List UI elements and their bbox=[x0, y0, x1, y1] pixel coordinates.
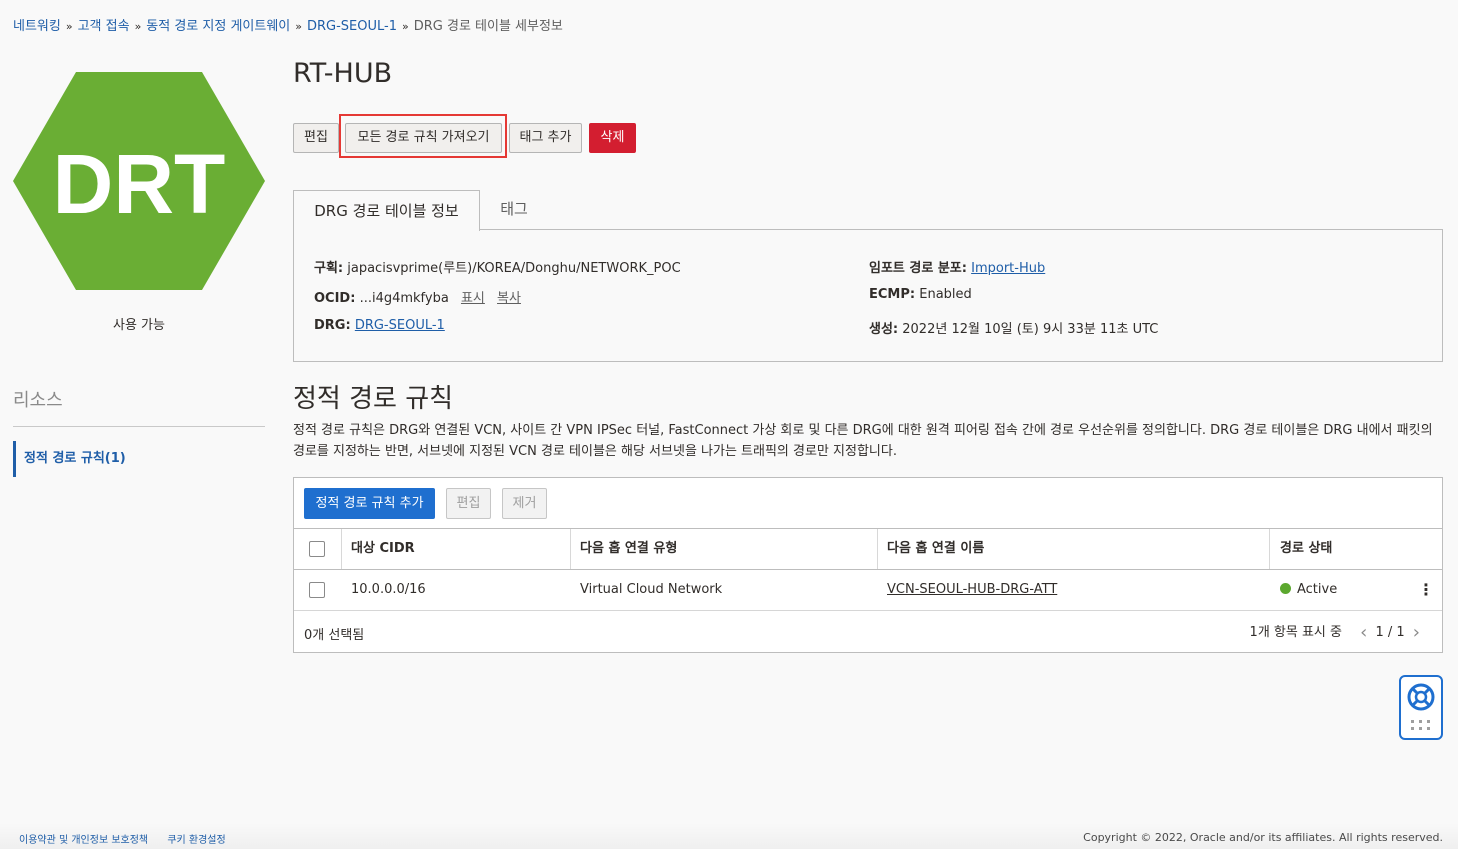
cell-cidr: 10.0.0.0/16 bbox=[351, 582, 426, 597]
resources-item-static-route-rules[interactable]: 정적 경로 규칙(1) bbox=[13, 441, 126, 477]
import-distribution-label: 임포트 경로 분포: bbox=[869, 261, 967, 276]
breadcrumb-link-drg[interactable]: 동적 경로 지정 게이트웨이 bbox=[146, 19, 290, 34]
breadcrumb-current: DRG 경로 테이블 세부정보 bbox=[413, 19, 563, 34]
ecmp-value: Enabled bbox=[919, 287, 972, 302]
table-header: 대상 CIDR 다음 홉 연결 유형 다음 홉 연결 이름 경로 상태 bbox=[294, 528, 1442, 570]
static-route-rules-table: 정적 경로 규칙 추가 편집 제거 대상 CIDR 다음 홉 연결 유형 다음 … bbox=[293, 477, 1443, 653]
import-distribution-row: 임포트 경로 분포: Import-Hub bbox=[869, 257, 1045, 276]
tab-tags[interactable]: 태그 bbox=[480, 190, 548, 230]
tab-drg-route-table-info[interactable]: DRG 경로 테이블 정보 bbox=[293, 190, 480, 231]
page-title: RT-HUB bbox=[293, 58, 393, 89]
status-dot-icon bbox=[1280, 583, 1291, 594]
column-divider bbox=[570, 529, 571, 569]
lifebuoy-icon bbox=[1407, 683, 1435, 730]
cell-next-hop-name-link[interactable]: VCN-SEOUL-HUB-DRG-ATT bbox=[887, 570, 1057, 610]
ecmp-label: ECMP: bbox=[869, 287, 916, 302]
ocid-value: ...i4g4mkfyba bbox=[359, 291, 449, 306]
breadcrumb-separator: » bbox=[295, 20, 302, 33]
import-distribution-link[interactable]: Import-Hub bbox=[971, 261, 1045, 276]
column-divider bbox=[877, 529, 878, 569]
compartment-label: 구획: bbox=[314, 261, 344, 276]
next-page-icon[interactable]: › bbox=[1413, 622, 1420, 643]
ocid-copy-link[interactable]: 복사 bbox=[497, 291, 521, 306]
column-header-cidr[interactable]: 대상 CIDR bbox=[351, 529, 415, 569]
breadcrumb-link-customer-connectivity[interactable]: 고객 접속 bbox=[78, 19, 130, 34]
compartment-value: japacisvprime(루트)/KOREA/Donghu/NETWORK_P… bbox=[347, 261, 681, 276]
ocid-label: OCID: bbox=[314, 291, 356, 306]
footer: 이용약관 및 개인정보 보호정책 쿠키 환경설정 Copyright © 202… bbox=[0, 823, 1458, 849]
resources-heading: 리소스 bbox=[13, 390, 63, 411]
edit-button[interactable]: 편집 bbox=[293, 123, 339, 153]
resource-status: 사용 가능 bbox=[113, 318, 165, 333]
ecmp-row: ECMP: Enabled bbox=[869, 287, 972, 302]
previous-page-icon[interactable]: ‹ bbox=[1360, 622, 1367, 643]
column-divider bbox=[341, 529, 342, 569]
terms-privacy-link[interactable]: 이용약관 및 개인정보 보호정책 bbox=[19, 835, 148, 846]
cell-route-status: Active bbox=[1280, 570, 1337, 610]
column-header-route-status[interactable]: 경로 상태 bbox=[1280, 529, 1332, 569]
drt-hexagon-icon: DRT bbox=[13, 72, 265, 290]
section-title: 정적 경로 규칙 bbox=[293, 384, 454, 414]
selected-count: 0개 선택됨 bbox=[304, 628, 365, 643]
drg-link[interactable]: DRG-SEOUL-1 bbox=[355, 318, 445, 333]
ocid-show-link[interactable]: 표시 bbox=[461, 291, 485, 306]
column-header-next-hop-type[interactable]: 다음 홉 연결 유형 bbox=[580, 529, 677, 569]
pagination: 1개 항목 표시 중 ‹ 1 / 1 › bbox=[1250, 621, 1424, 643]
breadcrumb-link-networking[interactable]: 네트워킹 bbox=[13, 19, 61, 34]
table-row: 10.0.0.0/16 Virtual Cloud Network VCN-SE… bbox=[294, 570, 1442, 611]
delete-button[interactable]: 삭제 bbox=[589, 123, 636, 153]
add-tag-button[interactable]: 태그 추가 bbox=[509, 123, 582, 153]
breadcrumb-separator: » bbox=[65, 20, 73, 33]
row-checkbox[interactable] bbox=[309, 582, 325, 598]
drg-row: DRG: DRG-SEOUL-1 bbox=[314, 318, 445, 333]
drg-label: DRG: bbox=[314, 318, 351, 333]
compartment-row: 구획: japacisvprime(루트)/KOREA/Donghu/NETWO… bbox=[314, 257, 681, 276]
cookie-preferences-link[interactable]: 쿠키 환경설정 bbox=[167, 835, 225, 846]
created-label: 생성: bbox=[869, 322, 899, 337]
section-description: 정적 경로 규칙은 DRG와 연결된 VCN, 사이트 간 VPN IPSec … bbox=[293, 423, 1433, 459]
table-edit-button[interactable]: 편집 bbox=[446, 488, 491, 519]
import-all-route-rules-button[interactable]: 모든 경로 규칙 가져오기 bbox=[345, 123, 502, 153]
created-value: 2022년 12월 10일 (토) 9시 33분 11초 UTC bbox=[902, 322, 1159, 337]
route-status-text: Active bbox=[1297, 582, 1338, 597]
page-indicator: 1 / 1 bbox=[1375, 625, 1405, 640]
item-count-text: 1개 항목 표시 중 bbox=[1249, 625, 1342, 640]
table-remove-button[interactable]: 제거 bbox=[502, 488, 547, 519]
breadcrumb-link-drg-seoul-1[interactable]: DRG-SEOUL-1 bbox=[307, 19, 397, 34]
footer-links: 이용약관 및 개인정보 보호정책 쿠키 환경설정 bbox=[19, 831, 242, 846]
row-actions-kebab-icon[interactable]: ⋮ bbox=[1418, 582, 1434, 598]
column-divider bbox=[1269, 529, 1270, 569]
copyright-text: Copyright © 2022, Oracle and/or its affi… bbox=[1083, 831, 1443, 844]
cell-next-hop-type: Virtual Cloud Network bbox=[580, 582, 723, 597]
breadcrumb: 네트워킹 » 고객 접속 » 동적 경로 지정 게이트웨이 » DRG-SEOUL-1 » DR… bbox=[13, 15, 563, 34]
add-static-route-rule-button[interactable]: 정적 경로 규칙 추가 bbox=[304, 488, 435, 519]
resources-divider bbox=[13, 426, 265, 427]
breadcrumb-separator: » bbox=[402, 20, 409, 33]
select-all-checkbox[interactable] bbox=[309, 541, 325, 557]
created-row: 생성: 2022년 12월 10일 (토) 9시 33분 11초 UTC bbox=[869, 318, 1158, 337]
breadcrumb-separator: » bbox=[134, 20, 142, 33]
help-widget-button[interactable] bbox=[1399, 675, 1443, 740]
hexagon-label: DRT bbox=[53, 137, 226, 231]
column-header-next-hop-name[interactable]: 다음 홉 연결 이름 bbox=[887, 529, 984, 569]
ocid-row: OCID: ...i4g4mkfyba 표시 복사 bbox=[314, 287, 521, 306]
info-panel: 구획: japacisvprime(루트)/KOREA/Donghu/NETWO… bbox=[293, 229, 1443, 362]
